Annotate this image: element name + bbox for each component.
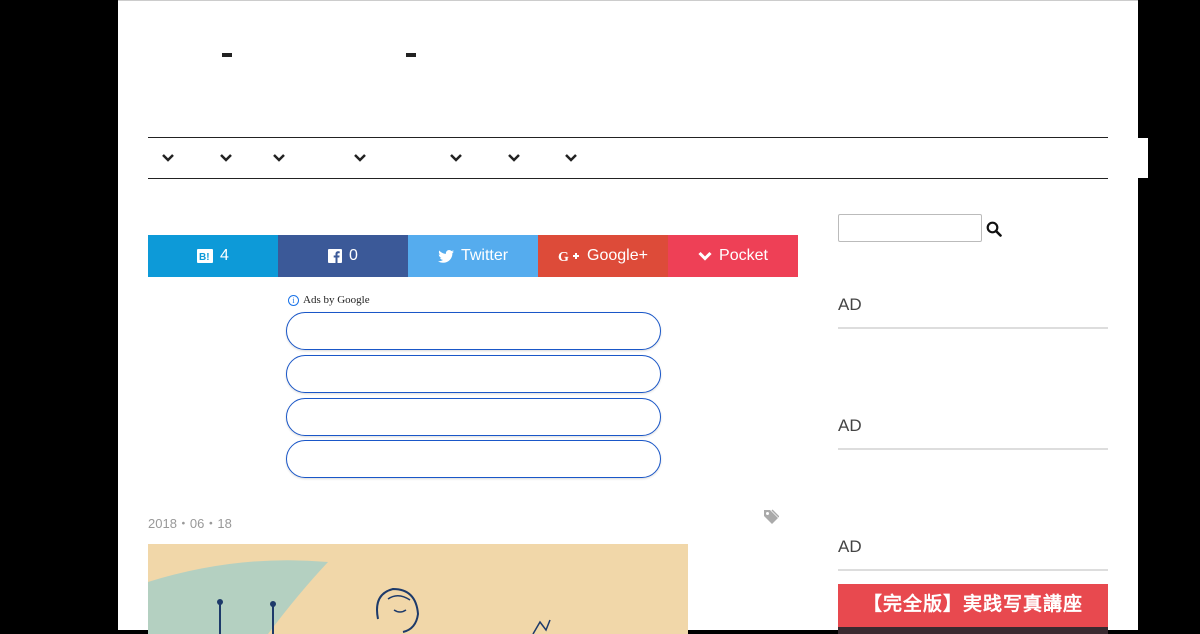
global-nav bbox=[148, 137, 1108, 179]
post-date: 2018・06・18 bbox=[148, 516, 232, 531]
search-input[interactable] bbox=[838, 214, 982, 242]
chevron-down-icon[interactable] bbox=[450, 153, 462, 163]
chevron-down-icon[interactable] bbox=[273, 153, 285, 163]
tag-icon[interactable] bbox=[763, 509, 779, 525]
title-dash bbox=[406, 53, 416, 57]
svg-text:G: G bbox=[558, 250, 569, 263]
ads-by-google-label[interactable]: i Ads by Google bbox=[288, 294, 370, 306]
sidebar-widget-title: AD bbox=[838, 416, 1108, 450]
facebook-count: 0 bbox=[349, 247, 358, 264]
facebook-icon bbox=[328, 249, 343, 263]
banner-title: 【完全版】実践写真講座 bbox=[862, 594, 1083, 615]
google-plus-share-button[interactable]: G Google+ bbox=[538, 235, 668, 277]
hatena-bookmark-icon: B! bbox=[197, 249, 214, 263]
info-icon: i bbox=[288, 294, 299, 306]
photo-course-banner[interactable]: 【完全版】実践写真講座 bbox=[838, 584, 1108, 634]
google-plus-icon: G bbox=[558, 250, 580, 263]
facebook-share-button[interactable]: 0 bbox=[278, 235, 408, 277]
page-container: B! 4 0 Twitter G Google+ Pocket i Ads by… bbox=[118, 0, 1148, 634]
ad-link-pill[interactable] bbox=[286, 355, 661, 393]
chevron-down-icon bbox=[698, 251, 712, 261]
hatena-share-button[interactable]: B! 4 bbox=[148, 235, 278, 277]
twitter-label: Twitter bbox=[460, 247, 509, 264]
sidebar-widget-title: AD bbox=[838, 537, 1108, 571]
twitter-icon bbox=[437, 249, 454, 263]
google-plus-label: Google+ bbox=[587, 247, 648, 264]
twitter-share-button[interactable]: Twitter bbox=[408, 235, 538, 277]
ad-link-pill[interactable] bbox=[286, 312, 661, 350]
chevron-down-icon[interactable] bbox=[162, 153, 174, 163]
banner-image-strip bbox=[838, 627, 1108, 634]
title-dash bbox=[222, 53, 232, 57]
illustration bbox=[148, 560, 551, 634]
sidebar-widget-title: AD bbox=[838, 295, 1108, 329]
ad-link-pill[interactable] bbox=[286, 398, 661, 436]
svg-text:B!: B! bbox=[199, 252, 210, 263]
chevron-down-icon[interactable] bbox=[565, 153, 577, 163]
post-featured-image[interactable] bbox=[148, 544, 688, 634]
search-icon[interactable] bbox=[986, 221, 1002, 237]
chevron-down-icon[interactable] bbox=[354, 153, 366, 163]
hatena-count: 4 bbox=[220, 247, 229, 264]
site-title[interactable] bbox=[118, 41, 518, 71]
ads-label-text: Ads by Google bbox=[303, 294, 370, 306]
share-buttons: B! 4 0 Twitter G Google+ Pocket bbox=[148, 235, 798, 277]
pocket-label: Pocket bbox=[719, 247, 768, 264]
chevron-down-icon[interactable] bbox=[220, 153, 232, 163]
ad-link-pill[interactable] bbox=[286, 440, 661, 478]
pocket-share-button[interactable]: Pocket bbox=[668, 235, 798, 277]
nav-edge bbox=[1138, 138, 1148, 178]
chevron-down-icon[interactable] bbox=[508, 153, 520, 163]
